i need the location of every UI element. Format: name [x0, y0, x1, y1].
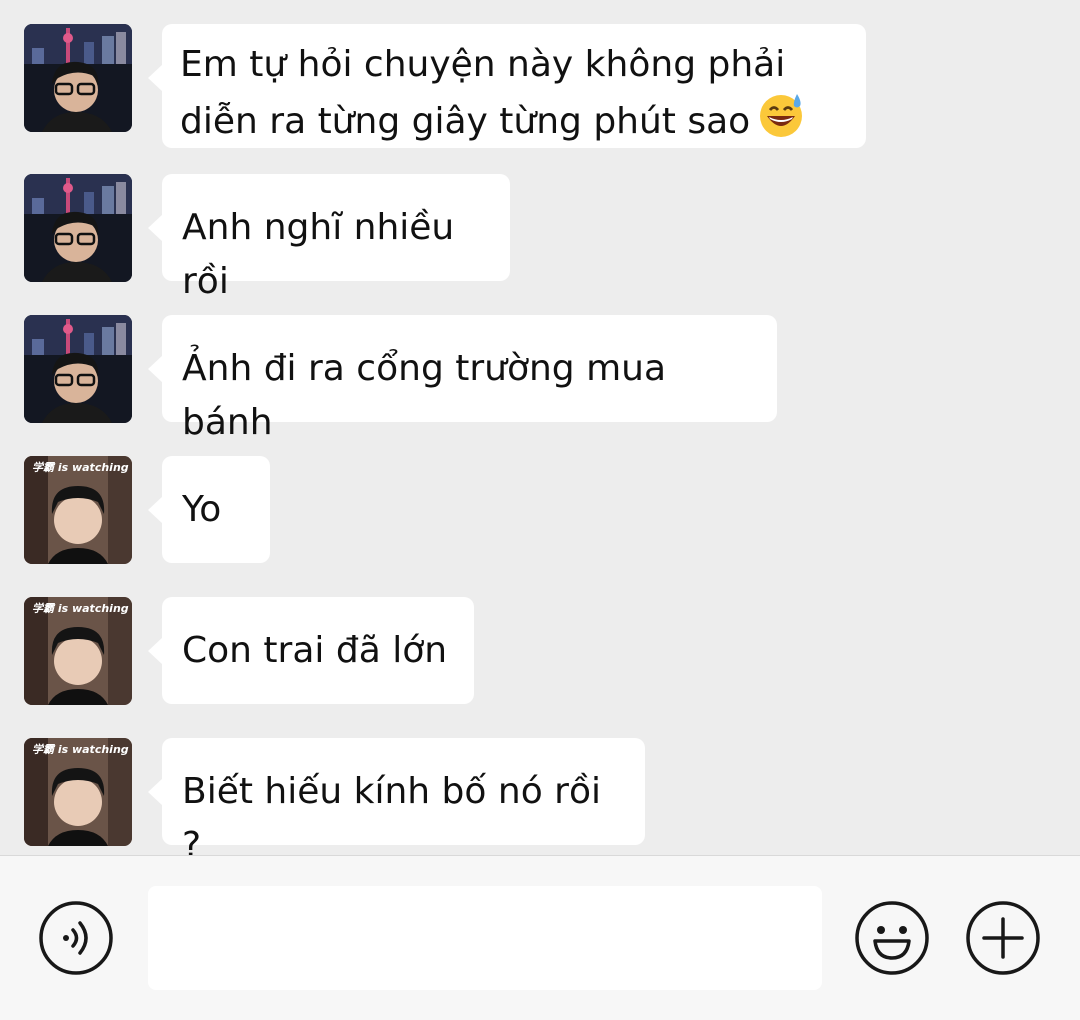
avatar-image	[24, 174, 132, 282]
avatar-sender-b[interactable]: 学霸 is watching u	[24, 597, 132, 705]
avatar-sender-a[interactable]	[24, 174, 132, 282]
plus-button[interactable]	[966, 901, 1040, 975]
input-bar	[0, 855, 1080, 1020]
chat-area[interactable]: Em tự hỏi chuyện này không phải diễn ra …	[0, 0, 1080, 866]
avatar-caption: 学霸 is watching u	[32, 602, 132, 615]
voice-button[interactable]	[39, 901, 113, 975]
message-bubble[interactable]: Yo	[148, 456, 270, 563]
avatar-caption: 学霸 is watching u	[32, 461, 132, 474]
sweat-smile-emoji	[756, 92, 806, 154]
message-bubble[interactable]: Em tự hỏi chuyện này không phải diễn ra …	[148, 24, 866, 148]
voice-icon	[39, 901, 113, 975]
emoji-button[interactable]	[855, 901, 929, 975]
avatar-image	[24, 24, 132, 132]
message-bubble[interactable]: Biết hiếu kính bố nó rồi ?	[148, 738, 645, 866]
message-text: Em tự hỏi chuyện này không phải diễn ra …	[180, 44, 786, 142]
message-bubble[interactable]: Con trai đã lớn	[148, 597, 474, 704]
message-input[interactable]	[148, 886, 822, 990]
message-text: Ảnh đi ra cổng trường mua bánh	[182, 348, 667, 443]
message-text: Biết hiếu kính bố nó rồi ?	[182, 771, 601, 866]
message-text: Con trai đã lớn	[182, 630, 448, 671]
avatar-sender-b[interactable]: 学霸 is watching u	[24, 738, 132, 846]
message-text: Anh nghĩ nhiều rồi	[182, 207, 455, 302]
plus-icon	[966, 901, 1040, 975]
message-text: Yo	[182, 489, 222, 530]
message-bubble[interactable]: Anh nghĩ nhiều rồi	[148, 174, 510, 302]
avatar-sender-a[interactable]	[24, 24, 132, 132]
avatar-image	[24, 315, 132, 423]
avatar-caption: 学霸 is watching u	[32, 743, 132, 756]
avatar-sender-b[interactable]: 学霸 is watching u	[24, 456, 132, 564]
avatar-sender-a[interactable]	[24, 315, 132, 423]
message-bubble[interactable]: Ảnh đi ra cổng trường mua bánh	[148, 315, 777, 443]
emoji-icon	[855, 901, 929, 975]
